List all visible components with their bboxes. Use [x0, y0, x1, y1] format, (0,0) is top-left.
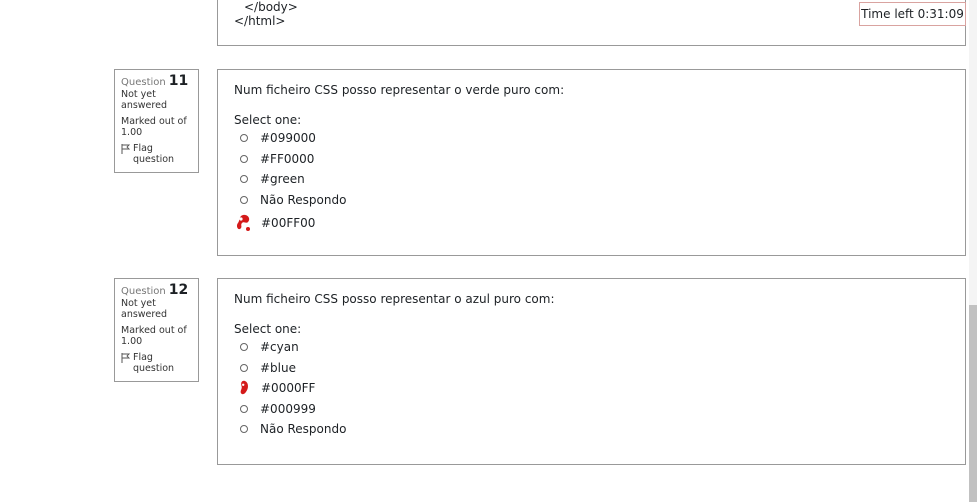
radio-button[interactable] — [240, 343, 248, 352]
flag-icon — [121, 353, 130, 363]
code-line-body: </body> — [244, 0, 298, 14]
option-label: #FF0000 — [260, 151, 315, 166]
question-number: Question 12 — [121, 282, 192, 298]
answer-options: #099000 #FF0000 #green Não Respondo #00F… — [234, 128, 949, 236]
question-11-info: Question 11 Not yet answered Marked out … — [114, 69, 199, 173]
question-12-content: Num ficheiro CSS posso representar o azu… — [217, 278, 966, 465]
flag-icon — [121, 144, 130, 154]
question-marks: Marked out of 1.00 — [121, 116, 187, 138]
answer-option-marked[interactable]: #0000FF — [234, 378, 949, 399]
question-text: Num ficheiro CSS posso representar o azu… — [234, 292, 555, 306]
radio-button[interactable] — [240, 134, 248, 143]
question-text: Num ficheiro CSS posso representar o ver… — [234, 83, 565, 97]
question-status: Not yet answered — [121, 89, 167, 111]
previous-question-code: </body> </html> — [217, 0, 966, 46]
option-label: #00FF00 — [261, 216, 316, 230]
radio-button[interactable] — [240, 363, 248, 372]
answer-option[interactable]: #cyan — [234, 337, 949, 358]
option-label: #099000 — [260, 131, 316, 146]
question-marks: Marked out of 1.00 — [121, 325, 187, 347]
select-one-label: Select one: — [234, 113, 302, 127]
answer-option[interactable]: Não Respondo — [234, 190, 949, 211]
question-label: Question — [121, 286, 166, 297]
radio-button[interactable] — [240, 175, 248, 184]
answer-option[interactable]: #FF0000 — [234, 149, 949, 170]
option-label: #cyan — [260, 340, 299, 355]
option-label: #0000FF — [261, 381, 316, 396]
option-label: #000999 — [260, 401, 316, 416]
select-one-label: Select one: — [234, 322, 302, 336]
code-line-html: </html> — [234, 14, 286, 28]
answer-option[interactable]: #099000 — [234, 128, 949, 149]
flag-question-link[interactable]: Flag question — [121, 352, 192, 374]
radio-button[interactable] — [240, 425, 248, 434]
radio-button[interactable] — [240, 404, 248, 413]
red-mark-icon — [240, 381, 248, 395]
question-number: Question 11 — [121, 73, 192, 89]
answer-option[interactable]: #blue — [234, 358, 949, 379]
scrollbar-thumb[interactable] — [969, 305, 977, 502]
answer-option[interactable]: Não Respondo — [234, 419, 949, 440]
radio-button[interactable] — [240, 195, 248, 204]
question-12-info: Question 12 Not yet answered Marked out … — [114, 278, 199, 382]
question-label: Question — [121, 77, 166, 88]
question-number-value: 11 — [168, 73, 189, 89]
option-label: Não Respondo — [260, 192, 347, 207]
answer-option-marked[interactable]: #00FF00 — [234, 210, 949, 236]
question-status: Not yet answered — [121, 298, 167, 320]
flag-question-link[interactable]: Flag question — [121, 143, 192, 165]
option-label: Não Respondo — [260, 422, 347, 437]
option-label: #green — [260, 172, 305, 187]
radio-button[interactable] — [240, 154, 248, 163]
option-label: #blue — [260, 360, 296, 375]
question-11-content: Num ficheiro CSS posso representar o ver… — [217, 69, 966, 256]
red-mark-icon — [236, 214, 250, 231]
question-number-value: 12 — [168, 282, 189, 298]
flag-question-label: Flag question — [133, 352, 175, 374]
flag-question-label: Flag question — [133, 143, 175, 165]
answer-option[interactable]: #green — [234, 169, 949, 190]
time-left-timer: Time left 0:31:09 — [859, 2, 966, 26]
answer-options: #cyan #blue #0000FF #000999 Não Respondo — [234, 337, 949, 440]
answer-option[interactable]: #000999 — [234, 399, 949, 420]
